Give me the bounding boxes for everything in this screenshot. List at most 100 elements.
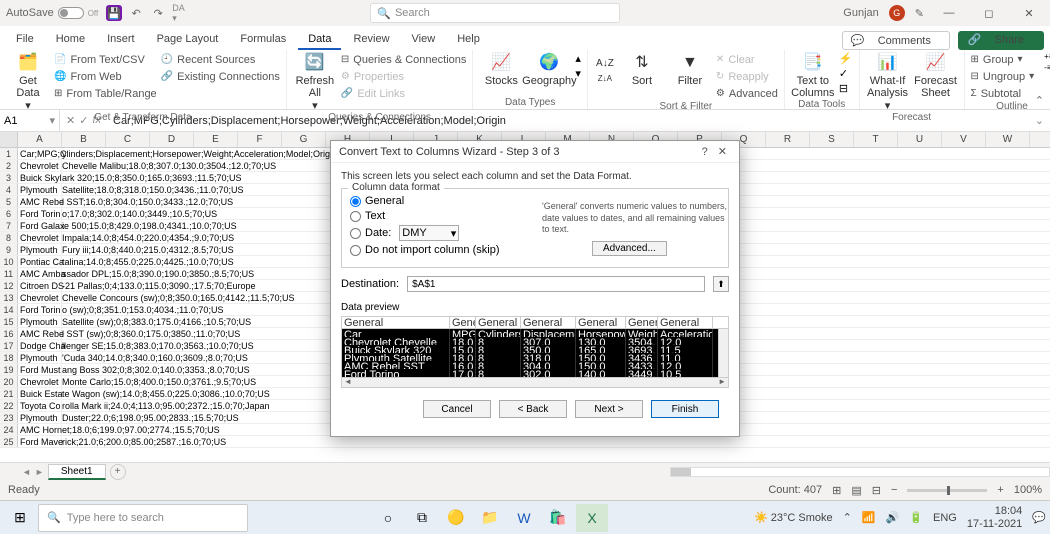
new-sheet-button[interactable]: + (110, 464, 126, 480)
undo-icon[interactable]: ↶ (128, 5, 144, 21)
group-button[interactable]: ⊞ Group ▾ (971, 52, 1035, 67)
toggle-icon[interactable] (58, 7, 84, 19)
column-header[interactable]: F (238, 132, 282, 147)
row-header[interactable]: 13 (0, 292, 18, 303)
date-format-select[interactable]: DMY▾ (399, 225, 459, 241)
column-header[interactable]: D (150, 132, 194, 147)
redo-icon[interactable]: ↷ (150, 5, 166, 21)
language-indicator[interactable]: ENG (933, 512, 957, 524)
ungroup-button[interactable]: ⊟ Ungroup ▾ (971, 69, 1035, 84)
battery-icon[interactable]: 🔋 (909, 511, 923, 524)
row-header[interactable]: 1 (0, 148, 18, 159)
row-header[interactable]: 21 (0, 388, 18, 399)
expand-formula-bar[interactable]: ⌄ (1029, 114, 1050, 127)
tab-review[interactable]: Review (343, 30, 399, 50)
cortana-icon[interactable]: ○ (372, 504, 404, 532)
row-header[interactable]: 17 (0, 340, 18, 351)
row-header[interactable]: 22 (0, 400, 18, 411)
search-input[interactable]: 🔍 Search (370, 3, 620, 23)
taskbar-search[interactable]: 🔍 Type here to search (38, 504, 248, 532)
zoom-slider[interactable] (907, 489, 987, 492)
from-table-range[interactable]: ⊞ From Table/Range (54, 86, 157, 101)
row-header[interactable]: 15 (0, 316, 18, 327)
volume-icon[interactable]: 🔊 (886, 511, 900, 524)
row-header[interactable]: 4 (0, 184, 18, 195)
qat-item[interactable]: DA ▾ (172, 5, 188, 21)
subtotal-button[interactable]: Σ Subtotal (971, 86, 1035, 101)
clock[interactable]: 18:0417-11-2021 (967, 505, 1022, 529)
username[interactable]: Gunjan (843, 7, 878, 19)
notifications-icon[interactable]: 💬 (1032, 511, 1046, 524)
chrome-icon[interactable]: 🟡 (440, 504, 472, 532)
column-header[interactable]: W (986, 132, 1030, 147)
tab-formulas[interactable]: Formulas (230, 30, 296, 50)
view-normal-icon[interactable]: ⊞ (832, 484, 841, 497)
select-all-corner[interactable] (0, 132, 18, 147)
store-icon[interactable]: 🛍️ (542, 504, 574, 532)
forecast-sheet-button[interactable]: 📈Forecast Sheet (914, 52, 958, 99)
tray-chevron-icon[interactable]: ⌃ (843, 511, 852, 524)
row-header[interactable]: 20 (0, 376, 18, 387)
minimize-button[interactable]: — (934, 7, 964, 19)
advanced-button[interactable]: Advanced... (592, 241, 667, 256)
collapse-ribbon-icon[interactable]: ⌃ (1035, 94, 1044, 107)
cancel-button[interactable]: Cancel (423, 400, 491, 418)
dialog-help-button[interactable]: ? (696, 146, 714, 158)
zoom-in-button[interactable]: + (997, 484, 1003, 496)
autosave-toggle[interactable]: AutoSave Off (6, 7, 98, 19)
row-header[interactable]: 7 (0, 220, 18, 231)
existing-connections[interactable]: 🔗 Existing Connections (161, 69, 280, 84)
file-explorer-icon[interactable]: 📁 (474, 504, 506, 532)
column-header[interactable]: V (942, 132, 986, 147)
column-header[interactable]: C (106, 132, 150, 147)
zoom-level[interactable]: 100% (1014, 484, 1042, 496)
data-preview[interactable]: GeneralGeneralGeneralGeneralGeneralGener… (341, 316, 729, 388)
column-header[interactable]: U (898, 132, 942, 147)
sort-az-button[interactable]: A↓ZZ↓A (594, 52, 616, 84)
excel-icon[interactable]: X (576, 504, 608, 532)
tab-home[interactable]: Home (46, 30, 95, 50)
row-header[interactable]: 18 (0, 352, 18, 363)
tab-view[interactable]: View (402, 30, 446, 50)
column-header[interactable]: R (766, 132, 810, 147)
save-icon[interactable]: 💾 (106, 5, 122, 21)
row-header[interactable]: 8 (0, 232, 18, 243)
comments-button[interactable]: 💬 Comments (842, 31, 950, 50)
sheet-nav-prev[interactable]: ◄ (22, 467, 31, 477)
word-icon[interactable]: W (508, 504, 540, 532)
sheet-tab-active[interactable]: Sheet1 (48, 464, 106, 480)
row-header[interactable]: 14 (0, 304, 18, 315)
column-header[interactable]: B (62, 132, 106, 147)
view-pagelayout-icon[interactable]: ▤ (851, 484, 861, 497)
table-row[interactable]: 25Ford Maverick;21.0;6;200.0;85.00;2587.… (0, 436, 1050, 448)
refresh-all-button[interactable]: 🔄Refresh All▾ (293, 52, 337, 112)
column-header[interactable]: G (282, 132, 326, 147)
tab-page-layout[interactable]: Page Layout (147, 30, 229, 50)
row-header[interactable]: 5 (0, 196, 18, 207)
queries-connections[interactable]: ⊟ Queries & Connections (341, 52, 467, 67)
start-button[interactable]: ⊞ (4, 504, 36, 532)
text-to-columns-button[interactable]: 📑Text to Columns (791, 52, 835, 99)
tab-insert[interactable]: Insert (97, 30, 145, 50)
tab-file[interactable]: File (6, 30, 44, 50)
next-button[interactable]: Next > (575, 400, 643, 418)
task-view-icon[interactable]: ⧉ (406, 504, 438, 532)
recent-sources[interactable]: 🕘 Recent Sources (161, 52, 280, 67)
stocks-button[interactable]: 📈Stocks (479, 52, 523, 87)
avatar[interactable]: G (889, 5, 905, 21)
row-header[interactable]: 9 (0, 244, 18, 255)
maximize-button[interactable]: ◻ (974, 7, 1004, 20)
whatif-button[interactable]: 📊What-If Analysis▾ (866, 52, 910, 112)
sheet-nav-next[interactable]: ► (35, 467, 44, 477)
close-button[interactable]: ✕ (1014, 7, 1044, 20)
row-header[interactable]: 23 (0, 412, 18, 423)
horizontal-scrollbar[interactable] (670, 467, 1050, 477)
filter-button[interactable]: ▼Filter (668, 52, 712, 87)
ref-picker-button[interactable]: ⬆ (713, 276, 729, 292)
column-header[interactable]: S (810, 132, 854, 147)
sort-button[interactable]: ⇅Sort (620, 52, 664, 87)
from-web[interactable]: 🌐 From Web (54, 69, 157, 84)
share-button[interactable]: 🔗 Share (958, 31, 1044, 50)
get-data-button[interactable]: 🗂️Get Data▾ (6, 52, 50, 112)
row-header[interactable]: 10 (0, 256, 18, 267)
